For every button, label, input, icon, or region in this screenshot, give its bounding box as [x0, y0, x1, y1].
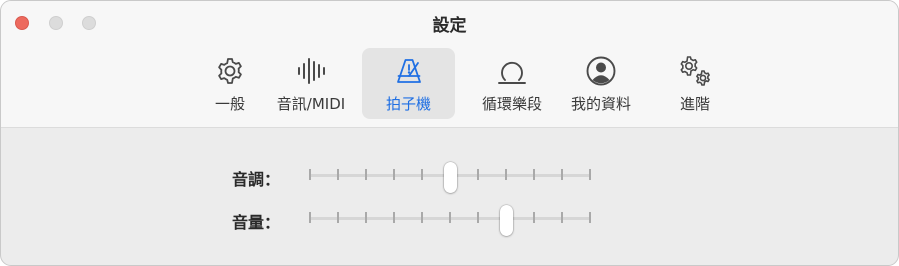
tab-my-info[interactable]: 我的資料 — [561, 48, 641, 119]
person-circle-icon — [561, 55, 641, 87]
slider-tick — [337, 212, 339, 223]
tab-label: 音訊/MIDI — [276, 95, 346, 113]
pitch-label: 音調： — [232, 170, 281, 189]
loop-icon — [473, 55, 551, 87]
slider-tick — [421, 212, 423, 223]
slider-tick — [337, 169, 339, 180]
settings-window: 設定 一般 音訊/MIDI 拍子機 循環樂段 我的資料 進階 音調： 音量： — [0, 0, 899, 266]
tab-label: 我的資料 — [570, 95, 631, 113]
slider-tick — [589, 169, 591, 180]
tab-audio-midi[interactable]: 音訊/MIDI — [269, 48, 353, 119]
slider-thumb[interactable] — [500, 205, 513, 236]
window-title: 設定 — [432, 16, 467, 36]
slider-tick — [477, 169, 479, 180]
tab-label: 一般 — [214, 95, 245, 113]
tab-general[interactable]: 一般 — [201, 48, 259, 119]
slider-tick — [533, 169, 535, 180]
slider-tick — [561, 169, 563, 180]
slider-tick — [449, 212, 451, 223]
slider-tick — [393, 169, 395, 180]
slider-tick — [393, 212, 395, 223]
slider-tick — [309, 169, 311, 180]
tab-label: 拍子機 — [385, 95, 431, 113]
gears-icon — [665, 55, 725, 87]
gear-icon — [201, 55, 259, 87]
slider-tick — [505, 169, 507, 180]
volume-slider[interactable] — [308, 205, 592, 236]
slider-tick — [421, 169, 423, 180]
slider-tick — [365, 212, 367, 223]
tab-metronome[interactable]: 拍子機 — [362, 48, 455, 119]
slider-tick — [561, 212, 563, 223]
slider-tick — [365, 169, 367, 180]
slider-tick — [533, 212, 535, 223]
tab-loops[interactable]: 循環樂段 — [473, 48, 551, 119]
slider-tick — [589, 212, 591, 223]
pitch-slider[interactable] — [308, 162, 592, 193]
metronome-icon — [362, 55, 455, 87]
slider-thumb[interactable] — [444, 162, 457, 193]
waveform-icon — [269, 55, 353, 87]
tab-label: 進階 — [679, 95, 710, 113]
slider-tick — [477, 212, 479, 223]
tab-advanced[interactable]: 進階 — [665, 48, 725, 119]
slider-tick — [309, 212, 311, 223]
toolbar: 設定 一般 音訊/MIDI 拍子機 循環樂段 我的資料 進階 — [1, 1, 898, 128]
volume-label: 音量： — [232, 213, 281, 232]
tab-label: 循環樂段 — [481, 95, 542, 113]
